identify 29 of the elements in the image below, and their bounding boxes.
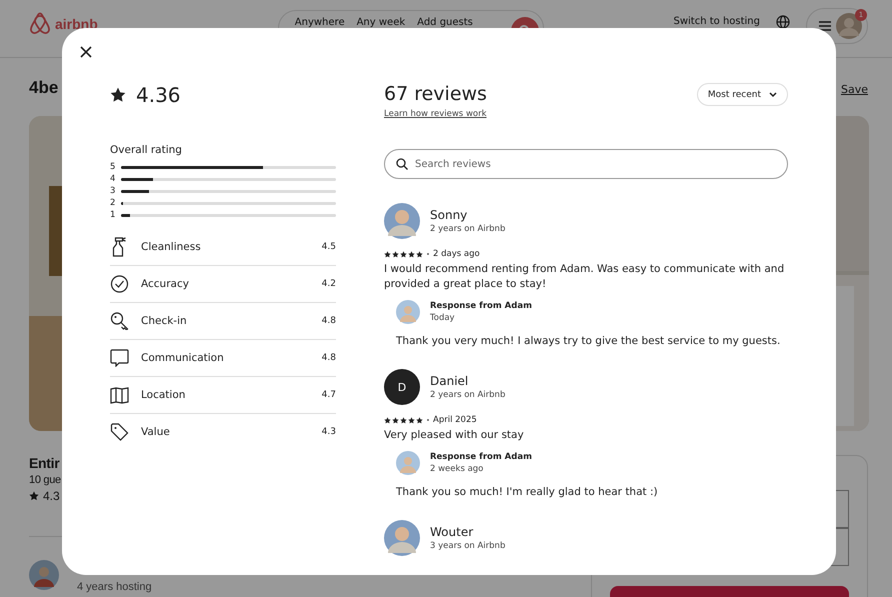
listing-title: 4be (29, 78, 58, 99)
listing-heading: Entir (29, 455, 60, 471)
globe-icon[interactable] (776, 15, 790, 29)
guest-summary: 10 gue (29, 474, 61, 486)
overall-score: 4.36 (136, 83, 181, 107)
review-text: Very pleased with our stay (384, 428, 525, 443)
listing-rating: 4.3 (43, 489, 60, 503)
search-segment[interactable]: Anywhere (294, 17, 345, 29)
search-segment[interactable]: Any week (356, 17, 406, 29)
avatar (836, 13, 862, 39)
host-link[interactable]: Switch to hosting (673, 16, 760, 28)
response-text: Thank you so much! I'm really glad to hear that :) (396, 486, 659, 498)
menu-icon (819, 21, 831, 31)
close-icon[interactable] (80, 46, 92, 58)
response-date: 2 weeks ago (430, 464, 484, 474)
search-segment[interactable]: Add guests (417, 17, 473, 29)
logo-icon[interactable] (29, 12, 51, 36)
chevron-down-icon (769, 92, 777, 98)
reviewer-name: Wouter (430, 525, 474, 539)
member-since: 3 years on Airbnb (430, 541, 506, 551)
save-link[interactable]: Save (840, 83, 868, 116)
star-icon (29, 491, 39, 501)
avatar (396, 451, 420, 475)
reviews-count-title: 67 reviews (384, 82, 487, 106)
host-years: 4 years hosting (77, 581, 152, 593)
star-icon (110, 87, 126, 103)
avatar (29, 560, 59, 590)
response-title: Response from Adam (430, 452, 532, 462)
sort-dropdown[interactable]: Most recent (696, 83, 788, 106)
